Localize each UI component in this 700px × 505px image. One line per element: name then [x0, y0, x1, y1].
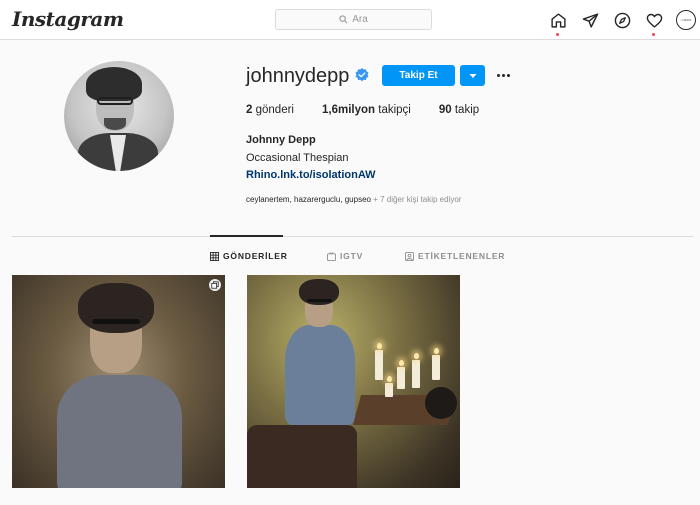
search-icon [339, 15, 348, 24]
candle [432, 355, 440, 380]
candle-flame [399, 360, 404, 366]
candle [385, 383, 393, 397]
posts-stat: 2 gönderi [246, 104, 294, 116]
tab-tagged[interactable]: ETİKETLENENLER [405, 251, 505, 261]
following-label: takip [454, 104, 480, 116]
more-dot [506, 73, 510, 77]
candle-flame [387, 376, 392, 382]
candle [375, 350, 383, 380]
profile-avatar-button[interactable]: • NEWS [676, 10, 696, 30]
tab-posts-label: GÖNDERİLER [223, 251, 288, 261]
candle-flame [377, 343, 382, 349]
tab-igtv-label: IGTV [340, 251, 364, 261]
top-navigation-bar: Instagram Ara • NEWS [0, 0, 700, 40]
posts-count: 2 [246, 104, 253, 116]
post-figure-glasses [92, 319, 140, 324]
post-chair [247, 425, 357, 488]
suggested-accounts-button[interactable] [460, 65, 485, 86]
carousel-icon [209, 279, 221, 291]
explore-button[interactable] [612, 10, 632, 30]
post-figure-hair [78, 283, 154, 333]
follow-button[interactable]: Takip Et [382, 65, 455, 86]
tab-posts[interactable]: GÖNDERİLER [210, 251, 288, 261]
followers-count: 1,6milyon [321, 104, 376, 116]
followers-label: takipçi [378, 104, 411, 116]
candle-flame [414, 353, 419, 359]
search-placeholder: Ara [352, 14, 368, 25]
notification-dot [652, 33, 655, 36]
posts-label: gönderi [255, 104, 294, 116]
instagram-logo[interactable]: Instagram [12, 7, 124, 31]
post-figure-body [285, 325, 355, 425]
post-figure-glasses [307, 299, 332, 302]
candle [397, 367, 405, 389]
direct-icon [582, 12, 598, 28]
notification-dot [556, 33, 559, 36]
more-options-button[interactable] [493, 66, 513, 84]
profile-stats: 2 gönderi 1,6milyon takipçi 90 takip [246, 104, 507, 116]
post-thumbnail[interactable] [247, 275, 460, 488]
post-thumbnail[interactable] [12, 275, 225, 488]
avatar-hair [86, 67, 142, 101]
candle [412, 360, 420, 388]
activity-icon [646, 13, 662, 28]
tabs-divider [12, 236, 693, 237]
profile-picture[interactable] [64, 61, 174, 171]
post-figure-body [57, 375, 182, 488]
more-dot [496, 73, 500, 77]
direct-button[interactable] [580, 10, 600, 30]
search-input[interactable]: Ara [275, 9, 432, 30]
more-dot [501, 73, 505, 77]
chevron-down-icon [469, 73, 476, 78]
profile-bio: Occasional Thespian [246, 152, 349, 164]
verified-badge-icon [355, 68, 369, 82]
activity-button[interactable] [644, 10, 664, 36]
tab-igtv[interactable]: IGTV [327, 251, 363, 261]
following-count: 90 [438, 104, 452, 116]
explore-icon [614, 12, 630, 28]
avatar-beard [104, 118, 126, 130]
avatar-glasses [97, 97, 133, 105]
post-lamp [425, 387, 457, 419]
profile-full-name: Johnny Depp [246, 134, 316, 146]
tab-tagged-label: ETİKETLENENLER [418, 251, 506, 261]
home-icon [550, 12, 566, 28]
candle-flame [434, 348, 439, 354]
active-tab-indicator [210, 235, 283, 237]
igtv-icon [327, 251, 336, 261]
profile-external-link[interactable]: Rhino.lnk.to/isolationAW [246, 169, 376, 181]
grid-icon [210, 251, 219, 261]
profile-username: johnnydepp [246, 65, 350, 87]
tagged-icon [405, 251, 414, 261]
followed-by-text[interactable]: ceylanertem, hazarerguclu, gupseo + 7 di… [246, 195, 461, 204]
followed-by-names: ceylanertem, hazarerguclu, gupseo [246, 195, 371, 204]
followed-by-more: + 7 diğer kişi takip ediyor [370, 195, 462, 204]
following-stat[interactable]: 90 takip [439, 104, 479, 116]
nav-icons: • NEWS [548, 10, 696, 36]
home-button[interactable] [548, 10, 568, 36]
followers-stat[interactable]: 1,6milyon takipçi [322, 104, 411, 116]
